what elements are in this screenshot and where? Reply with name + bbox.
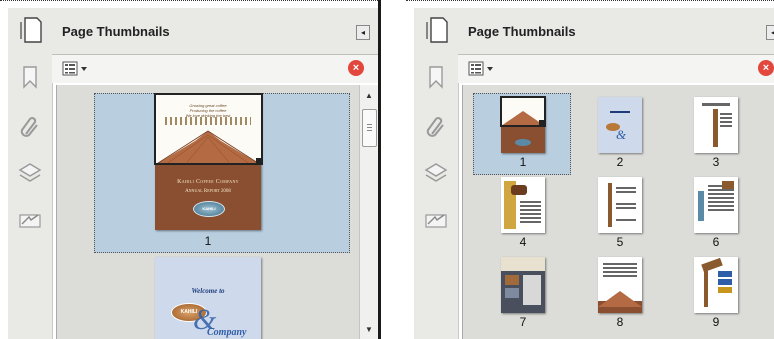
page-thumbnail-2[interactable]: & bbox=[598, 97, 642, 153]
page-number-2: 2 bbox=[616, 155, 624, 169]
scroll-thumb[interactable] bbox=[362, 109, 377, 147]
page-thumbnail-7[interactable] bbox=[501, 257, 545, 313]
scroll-up-button[interactable]: ▲ bbox=[360, 89, 378, 103]
page-view-resize-handle[interactable] bbox=[256, 158, 263, 165]
layers-icon[interactable] bbox=[17, 160, 43, 186]
close-panel-button[interactable]: × bbox=[348, 60, 364, 76]
collapse-panel-button[interactable]: ◂ bbox=[356, 25, 370, 40]
bookmark-icon[interactable] bbox=[17, 64, 43, 90]
page-number-6: 6 bbox=[712, 235, 720, 249]
options-menu-icon[interactable] bbox=[468, 61, 498, 77]
bookmark-icon[interactable] bbox=[423, 64, 449, 90]
page-thumbnails-icon bbox=[20, 17, 42, 43]
page-thumbnail-8[interactable] bbox=[598, 257, 642, 313]
page-number-8: 8 bbox=[616, 315, 624, 329]
cover-badge: KAHILI bbox=[193, 201, 225, 217]
cover-subtitle: Annual Report 2008 bbox=[185, 189, 231, 194]
signature-icon[interactable] bbox=[423, 208, 449, 234]
navigation-strip bbox=[414, 8, 459, 339]
page-thumbnail-3[interactable] bbox=[694, 97, 738, 153]
panel-top-border bbox=[0, 0, 378, 1]
page-thumbnail-5[interactable] bbox=[598, 177, 642, 233]
panel-title: Page Thumbnails bbox=[468, 24, 576, 39]
left-thumbnails-panel: Page Thumbnails ◂ × Growing great coffee… bbox=[0, 0, 381, 339]
page-number-3: 3 bbox=[712, 155, 720, 169]
page-thumbnail-2[interactable]: Welcome to KAHILI & Company bbox=[155, 257, 261, 339]
panel-toolbar: × bbox=[52, 55, 378, 83]
navigation-strip bbox=[8, 8, 53, 339]
thumbnails-view[interactable]: Growing great coffee Producing the coffe… bbox=[56, 85, 378, 339]
panel-header: Page Thumbnails ◂ bbox=[458, 8, 774, 55]
company-text: Company bbox=[207, 327, 247, 338]
cover-title: Kahili Coffee Company bbox=[177, 179, 239, 185]
page-number-5: 5 bbox=[616, 235, 624, 249]
page-thumbnail-4[interactable] bbox=[501, 177, 545, 233]
page-number-4: 4 bbox=[519, 235, 527, 249]
page-thumbnails-icon bbox=[426, 17, 448, 43]
close-panel-button[interactable]: × bbox=[758, 60, 774, 76]
scroll-down-button[interactable]: ▼ bbox=[360, 323, 378, 337]
page-thumbnail-9[interactable] bbox=[694, 257, 738, 313]
signature-icon[interactable] bbox=[17, 208, 43, 234]
options-menu-icon[interactable] bbox=[62, 61, 92, 77]
panel-title: Page Thumbnails bbox=[62, 24, 170, 39]
page-thumbnail-6[interactable] bbox=[694, 177, 738, 233]
page-number-9: 9 bbox=[712, 315, 720, 329]
layers-icon[interactable] bbox=[423, 160, 449, 186]
page-number-1: 1 bbox=[519, 155, 527, 169]
page-view-box[interactable] bbox=[154, 93, 263, 165]
collapse-panel-button[interactable]: ◂ bbox=[766, 25, 774, 40]
panel-top-border bbox=[406, 0, 774, 1]
page-number-7: 7 bbox=[519, 315, 527, 329]
attachment-icon[interactable] bbox=[17, 114, 43, 140]
page-number-1: 1 bbox=[204, 234, 212, 248]
panel-toolbar: × bbox=[458, 55, 774, 83]
welcome-text: Welcome to bbox=[191, 287, 225, 295]
right-thumbnails-panel: Page Thumbnails ◂ × 1 & 2 3 4 5 6 7 8 9 bbox=[406, 0, 774, 339]
panel-header: Page Thumbnails ◂ bbox=[52, 8, 378, 55]
page-view-resize-handle[interactable] bbox=[539, 120, 544, 125]
thumbnails-grid[interactable]: 1 & 2 3 4 5 6 7 8 9 bbox=[462, 85, 774, 339]
attachment-icon[interactable] bbox=[423, 114, 449, 140]
vertical-scrollbar[interactable]: ▲ ▼ bbox=[359, 85, 378, 339]
